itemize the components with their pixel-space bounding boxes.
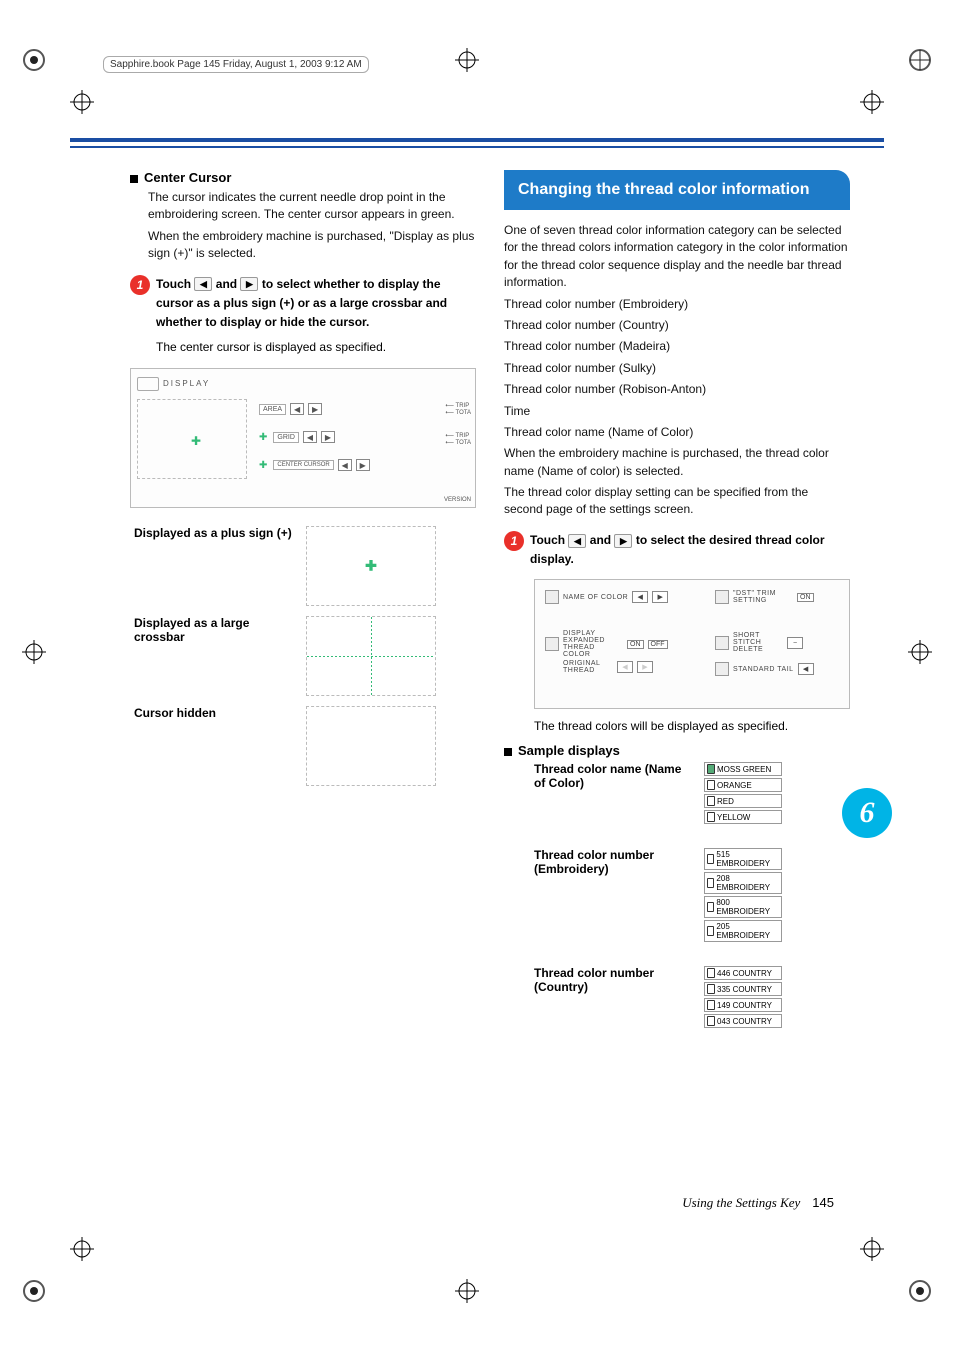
sample3-label: Thread color number (Country) bbox=[534, 966, 684, 1030]
hidden-sample bbox=[306, 706, 436, 786]
preview-plus-icon: ✚ bbox=[191, 434, 201, 448]
sample-displays-heading: Sample displays bbox=[504, 743, 850, 758]
opt-6: Thread color name (Name of Color) bbox=[504, 424, 850, 441]
name-of-color-label: NAME OF COLOR bbox=[563, 594, 628, 601]
document-header-meta: Sapphire.book Page 145 Friday, August 1,… bbox=[103, 56, 369, 73]
original-thread-label: ORIGINAL THREAD bbox=[563, 660, 613, 674]
color-left-arrow-icon[interactable]: ◀ bbox=[568, 534, 586, 548]
stitch-icon bbox=[715, 636, 729, 650]
opt-5: Time bbox=[504, 403, 850, 420]
square-bullet2-icon bbox=[504, 748, 512, 756]
left-column: Center Cursor The cursor indicates the c… bbox=[130, 170, 476, 1052]
thread-color-p2: When the embroidery machine is purchased… bbox=[504, 445, 850, 480]
right-step-one-badge: 1 bbox=[504, 531, 524, 551]
disp-exp-label: DISPLAY EXPANDED THREAD COLOR bbox=[563, 630, 623, 658]
chapter-badge: 6 bbox=[842, 788, 892, 838]
grid-label: GRID bbox=[273, 432, 299, 443]
opt-0: Thread color number (Embroidery) bbox=[504, 296, 850, 313]
dst-on[interactable]: ON bbox=[797, 593, 814, 602]
orig-prev-button[interactable]: ◀ bbox=[617, 661, 633, 673]
sample2-list: 515 EMBROIDERY 208 EMBROIDERY 800 EMBROI… bbox=[704, 848, 782, 944]
disp-exp-on[interactable]: ON bbox=[627, 640, 644, 649]
sample1-label: Thread color name (Name of Color) bbox=[534, 762, 684, 826]
display-settings-screenshot: DISPLAY ✚ AREA ◀ ▶ ✚ GRID ◀ ▶ ✚ CENTER C… bbox=[130, 368, 476, 508]
name-prev-button[interactable]: ◀ bbox=[632, 591, 648, 603]
std-tail-label: STANDARD TAIL bbox=[733, 666, 794, 673]
version-label: VERSION bbox=[444, 497, 471, 503]
trip-tota-2: ⟵ TRIP⟵ TOTA bbox=[445, 433, 471, 447]
left-arrow-icon[interactable]: ◀ bbox=[194, 277, 212, 291]
crossbar-label: Displayed as a large crossbar bbox=[132, 612, 302, 700]
left-step1-note: The center cursor is displayed as specif… bbox=[156, 340, 476, 354]
area-prev-button[interactable]: ◀ bbox=[290, 403, 304, 415]
orig-next-button[interactable]: ▶ bbox=[637, 661, 653, 673]
name-next-button[interactable]: ▶ bbox=[652, 591, 668, 603]
thread-color-heading: Changing the thread color information bbox=[504, 170, 850, 210]
spool-icon bbox=[545, 590, 559, 604]
short-stitch-label: SHORT STITCH DELETE bbox=[733, 632, 783, 653]
display-tab-icon bbox=[137, 377, 159, 391]
hidden-label: Cursor hidden bbox=[132, 702, 302, 790]
trip-tota-1: ⟵ TRIP⟵ TOTA bbox=[445, 403, 471, 417]
header-rule-1 bbox=[70, 138, 884, 142]
area-next-button[interactable]: ▶ bbox=[308, 403, 322, 415]
square-bullet-icon bbox=[130, 175, 138, 183]
scissors2-icon bbox=[715, 662, 729, 676]
thread-color-settings-screenshot: NAME OF COLOR ◀ ▶ DISPLAY EXPANDED THREA… bbox=[534, 579, 850, 709]
crossbar-sample bbox=[306, 616, 436, 696]
grid-prev-button[interactable]: ◀ bbox=[303, 431, 317, 443]
center-cursor-p2: When the embroidery machine is purchased… bbox=[148, 228, 476, 263]
sample1-list: MOSS GREEN ORANGE RED YELLOW bbox=[704, 762, 782, 826]
spool-group-icon bbox=[545, 637, 559, 651]
plus-sign-sample: ✚ bbox=[306, 526, 436, 606]
cursor-display-table: Displayed as a plus sign (+) ✚ Displayed… bbox=[130, 520, 476, 792]
plus-icon: ✚ bbox=[365, 558, 377, 575]
right-column: Changing the thread color information On… bbox=[504, 170, 850, 1052]
opt-4: Thread color number (Robison-Anton) bbox=[504, 381, 850, 398]
right-arrow-icon[interactable]: ▶ bbox=[240, 277, 258, 291]
page-footer: Using the Settings Key145 bbox=[682, 1195, 834, 1211]
dst-label: "DST" TRIM SETTING bbox=[733, 590, 793, 604]
header-rule-2 bbox=[70, 146, 884, 148]
opt-2: Thread color number (Madeira) bbox=[504, 338, 850, 355]
plus-sign-label: Displayed as a plus sign (+) bbox=[132, 522, 302, 610]
step-one-badge: 1 bbox=[130, 275, 150, 295]
sample2-label: Thread color number (Embroidery) bbox=[534, 848, 684, 944]
disp-exp-off[interactable]: OFF bbox=[648, 640, 668, 649]
center-cursor-p1: The cursor indicates the current needle … bbox=[148, 189, 476, 224]
scissors-icon bbox=[715, 590, 729, 604]
opt-1: Thread color number (Country) bbox=[504, 317, 850, 334]
opt-3: Thread color number (Sulky) bbox=[504, 360, 850, 377]
thread-color-p3: The thread color display setting can be … bbox=[504, 484, 850, 519]
right-step1-text: Touch ◀ and ▶ to select the desired thre… bbox=[530, 531, 850, 569]
thread-color-intro: One of seven thread color information ca… bbox=[504, 222, 850, 292]
short-stitch-minus[interactable]: − bbox=[787, 637, 803, 649]
left-step1-text: Touch ◀ and ▶ to select whether to displ… bbox=[156, 275, 476, 333]
std-tail-prev[interactable]: ◀ bbox=[798, 663, 814, 675]
cursor-prev-button[interactable]: ◀ bbox=[338, 459, 352, 471]
area-label: AREA bbox=[259, 404, 286, 415]
display-label: DISPLAY bbox=[163, 379, 210, 388]
center-cursor-heading: Center Cursor bbox=[130, 170, 476, 185]
grid-next-button[interactable]: ▶ bbox=[321, 431, 335, 443]
color-right-arrow-icon[interactable]: ▶ bbox=[614, 534, 632, 548]
sample3-list: 446 COUNTRY 335 COUNTRY 149 COUNTRY 043 … bbox=[704, 966, 782, 1030]
thread-color-followup: The thread colors will be displayed as s… bbox=[534, 719, 850, 733]
center-cursor-label: CENTER CURSOR bbox=[273, 460, 333, 470]
cursor-next-button[interactable]: ▶ bbox=[356, 459, 370, 471]
